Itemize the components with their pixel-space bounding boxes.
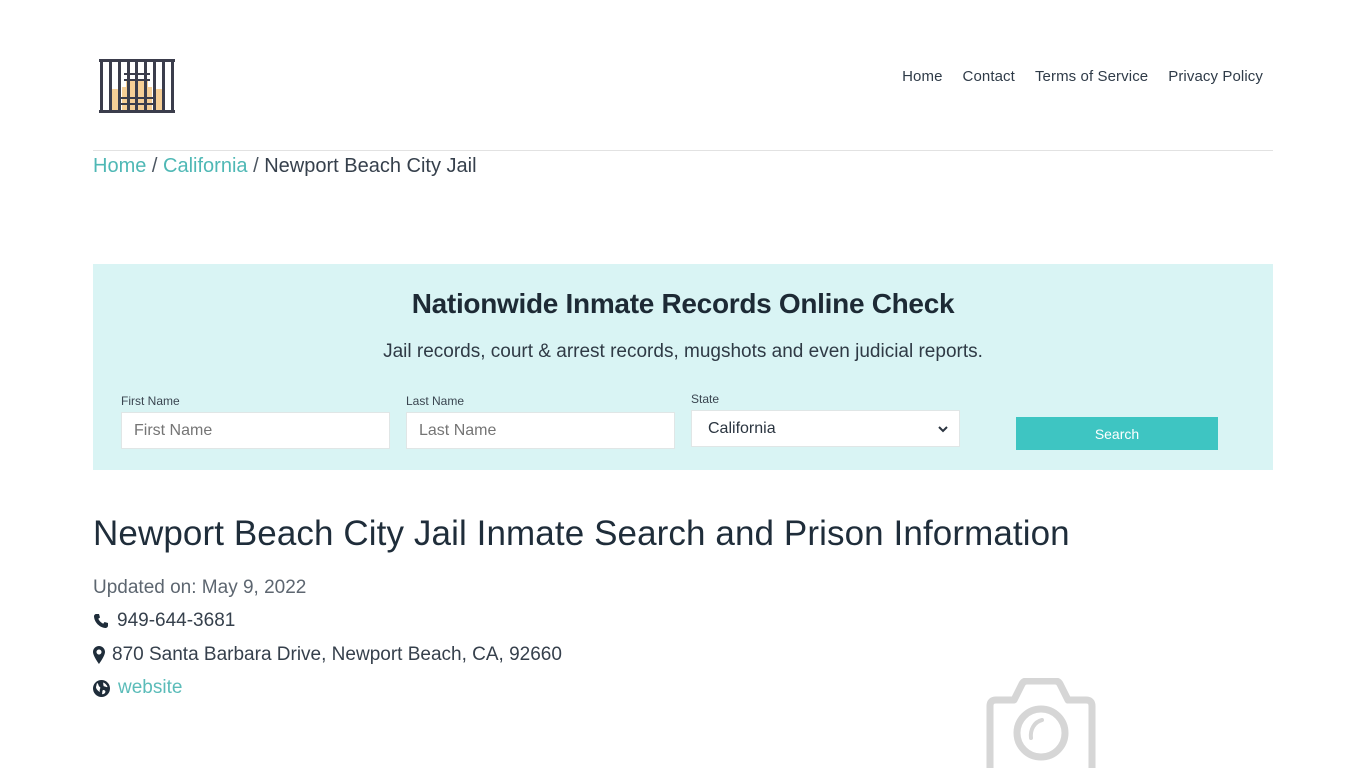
last-name-input[interactable] [406, 412, 675, 449]
state-label: State [691, 392, 720, 406]
address-row: 870 Santa Barbara Drive, Newport Beach, … [93, 644, 562, 666]
chevron-down-icon [938, 425, 948, 432]
breadcrumb-current: Newport Beach City Jail [264, 155, 477, 177]
last-name-label: Last Name [406, 394, 465, 408]
updated-text: Updated on: May 9, 2022 [93, 577, 307, 598]
first-name-label: First Name [121, 394, 180, 408]
phone-number: 949-644-3681 [117, 610, 236, 631]
site-logo[interactable] [98, 57, 176, 115]
website-row: website [93, 677, 182, 699]
page-title: Newport Beach City Jail Inmate Search an… [93, 514, 1070, 553]
first-name-input[interactable] [121, 412, 390, 449]
phone-row: 949-644-3681 [93, 610, 235, 632]
breadcrumb-california[interactable]: California [163, 155, 247, 177]
panel-subtitle: Jail records, court & arrest records, mu… [383, 341, 983, 362]
phone-icon [94, 614, 108, 628]
map-marker-icon [93, 646, 105, 664]
nav-privacy-policy[interactable]: Privacy Policy [1168, 68, 1263, 85]
breadcrumb-home[interactable]: Home [93, 155, 146, 177]
address-text: 870 Santa Barbara Drive, Newport Beach, … [112, 644, 562, 665]
breadcrumb-separator: / [253, 155, 265, 177]
updated-date: Updated on: May 9, 2022 [93, 577, 306, 599]
state-group: State California [691, 392, 960, 447]
nav-terms-of-service[interactable]: Terms of Service [1035, 68, 1148, 85]
globe-icon [93, 679, 110, 697]
header-divider [93, 150, 1273, 151]
website-link[interactable]: website [118, 677, 182, 699]
jail-bars-logo-icon [99, 59, 175, 113]
first-name-group: First Name [121, 394, 390, 449]
state-selected-value: California [708, 419, 776, 437]
nav-home[interactable]: Home [902, 68, 942, 85]
state-select[interactable]: California [691, 410, 960, 447]
camera-icon [986, 678, 1096, 768]
search-panel: Nationwide Inmate Records Online Check J… [93, 264, 1273, 470]
search-button[interactable]: Search [1016, 417, 1218, 450]
last-name-group: Last Name [406, 394, 675, 449]
main-nav: Home Contact Terms of Service Privacy Po… [902, 68, 1263, 85]
breadcrumb: Home / California / Newport Beach City J… [93, 155, 477, 178]
breadcrumb-separator: / [151, 155, 164, 177]
nav-contact[interactable]: Contact [963, 68, 1015, 85]
panel-title: Nationwide Inmate Records Online Check [411, 288, 955, 319]
